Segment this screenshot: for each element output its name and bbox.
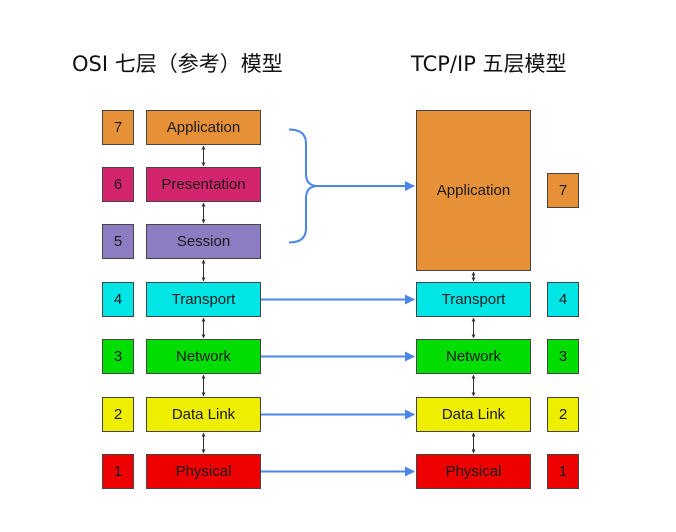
osi-layer-physical-label: Physical bbox=[175, 463, 232, 480]
tcpip-layer-number-2: 2 bbox=[547, 397, 579, 432]
osi-layer-number-6: 6 bbox=[102, 167, 134, 202]
osi-layer-number-2: 2 bbox=[102, 397, 134, 432]
tcpip-layer-physical-label: Physical bbox=[445, 463, 502, 480]
tcpip-layer-application: Application bbox=[416, 110, 531, 271]
osi-layer-data-link-label: Data Link bbox=[171, 406, 236, 423]
tcpip-layer-transport: Transport bbox=[416, 282, 531, 317]
tcpip-layer-number-3: 3 bbox=[547, 339, 579, 374]
tcpip-layer-number-4: 4 bbox=[547, 282, 579, 317]
tcpip-layer-transport-label: Transport bbox=[441, 291, 506, 308]
tcpip-layer-network: Network bbox=[416, 339, 531, 374]
tcpip-layer-number-4-label: 4 bbox=[558, 291, 568, 308]
tcpip-layer-data-link: Data Link bbox=[416, 397, 531, 432]
osi-layer-network: Network bbox=[146, 339, 261, 374]
osi-layer-number-4-label: 4 bbox=[113, 291, 123, 308]
tcpip-layer-number-1: 1 bbox=[547, 454, 579, 489]
tcpip-layer-network-label: Network bbox=[445, 348, 501, 365]
osi-layer-number-1: 1 bbox=[102, 454, 134, 489]
tcpip-layer-number-2-label: 2 bbox=[558, 406, 568, 423]
tcpip-layer-number-7-label: 7 bbox=[558, 182, 568, 199]
tcpip-layer-number-7: 7 bbox=[547, 173, 579, 208]
tcpip-layer-physical: Physical bbox=[416, 454, 531, 489]
osi-layer-data-link: Data Link bbox=[146, 397, 261, 432]
osi-layer-number-1-label: 1 bbox=[113, 463, 123, 480]
tcpip-title: TCP/IP 五层模型 bbox=[411, 52, 567, 76]
tcpip-layer-number-3-label: 3 bbox=[558, 348, 568, 365]
osi-layer-number-3-label: 3 bbox=[113, 348, 123, 365]
tcpip-layer-application-label: Application bbox=[436, 182, 511, 199]
osi-layer-network-label: Network bbox=[175, 348, 231, 365]
osi-layer-number-3: 3 bbox=[102, 339, 134, 374]
osi-layer-physical: Physical bbox=[146, 454, 261, 489]
osi-layer-number-2-label: 2 bbox=[113, 406, 123, 423]
tcpip-layer-number-1-label: 1 bbox=[558, 463, 568, 480]
brace-grouping bbox=[288, 128, 319, 244]
osi-layer-number-7: 7 bbox=[102, 110, 134, 145]
osi-layer-transport-label: Transport bbox=[171, 291, 236, 308]
osi-layer-number-5-label: 5 bbox=[113, 233, 123, 250]
osi-layer-number-6-label: 6 bbox=[113, 176, 123, 193]
osi-layer-session-label: Session bbox=[176, 233, 231, 250]
osi-layer-application: Application bbox=[146, 110, 261, 145]
osi-layer-number-5: 5 bbox=[102, 224, 134, 259]
osi-layer-presentation-label: Presentation bbox=[161, 176, 246, 193]
osi-layer-number-7-label: 7 bbox=[113, 119, 123, 136]
osi-title: OSI 七层（参考）模型 bbox=[72, 52, 283, 76]
osi-layer-presentation: Presentation bbox=[146, 167, 261, 202]
tcpip-layer-data-link-label: Data Link bbox=[441, 406, 506, 423]
connector-layer bbox=[201, 128, 476, 477]
osi-layer-number-4: 4 bbox=[102, 282, 134, 317]
osi-layer-application-label: Application bbox=[166, 119, 241, 136]
osi-layer-transport: Transport bbox=[146, 282, 261, 317]
osi-layer-session: Session bbox=[146, 224, 261, 259]
